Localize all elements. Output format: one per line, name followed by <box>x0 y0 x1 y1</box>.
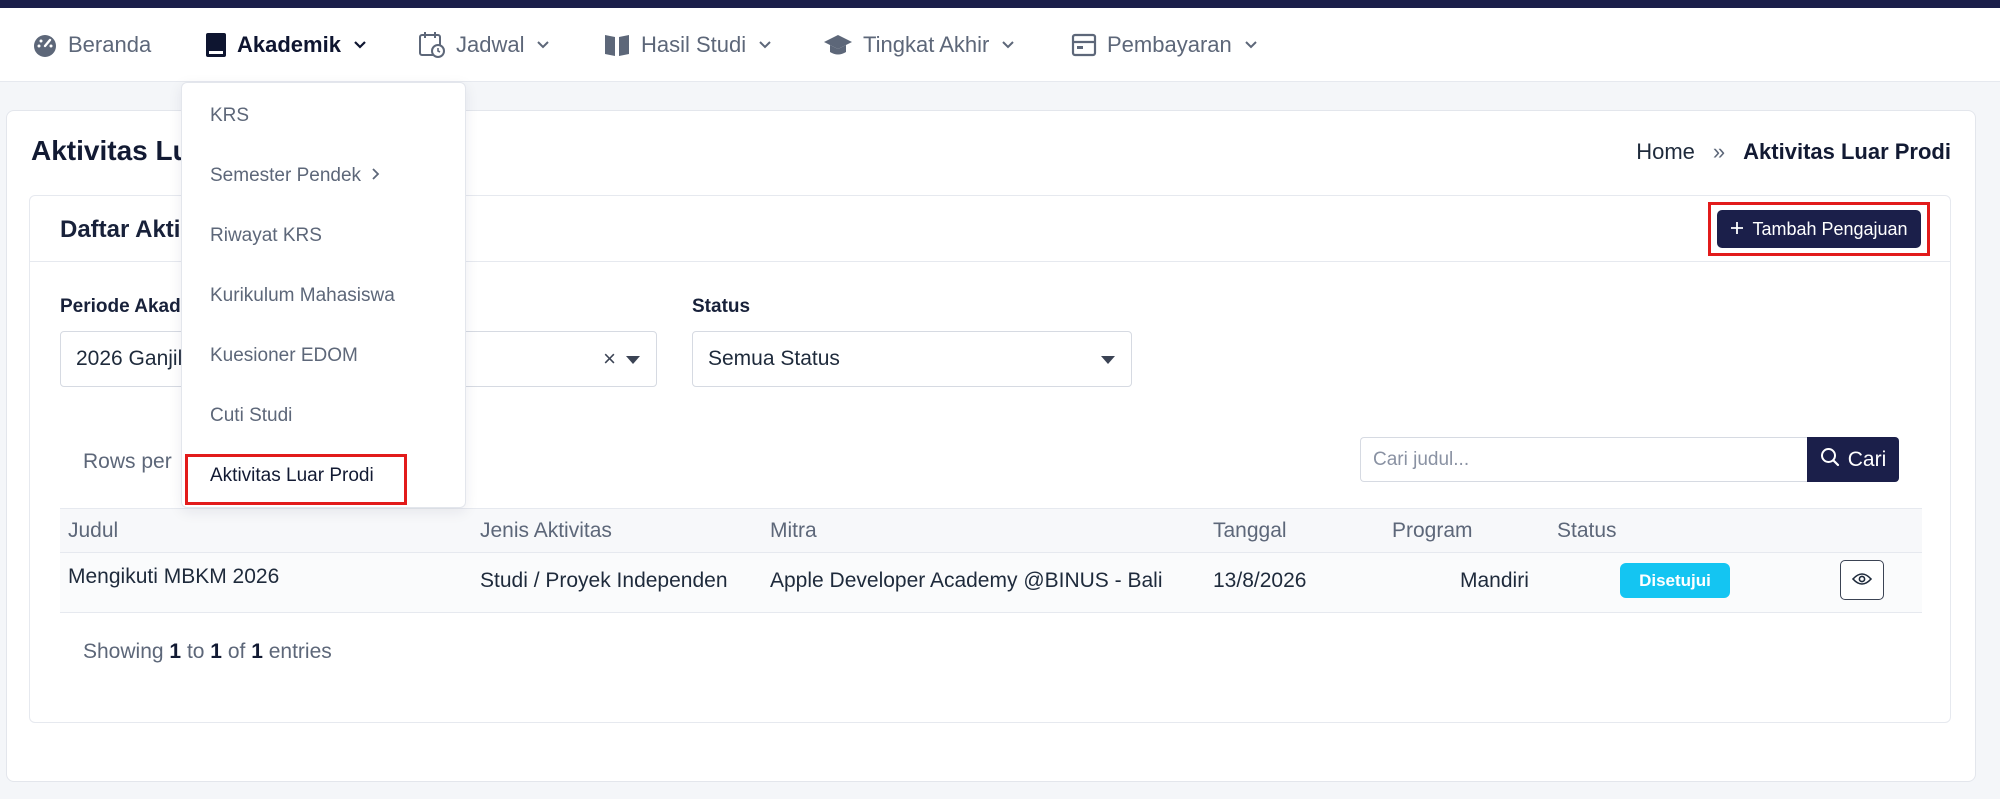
view-detail-button[interactable] <box>1840 560 1884 600</box>
menu-item-semester-pendek[interactable]: Semester Pendek <box>210 165 381 187</box>
column-header-tanggal[interactable]: Tanggal <box>1213 519 1287 543</box>
nav-item-jadwal[interactable]: Jadwal <box>418 8 550 82</box>
pagination-info: Showing 1 to 1 of 1 entries <box>83 640 332 664</box>
search-input[interactable] <box>1360 437 1807 482</box>
book-icon <box>205 32 227 58</box>
status-label: Status <box>692 296 751 317</box>
main-navbar: Beranda Akademik Jadwal Hasil Studi Ting… <box>0 8 2000 82</box>
nav-label: Akademik <box>237 32 341 57</box>
showing-from: 1 <box>169 640 182 663</box>
column-header-status[interactable]: Status <box>1557 519 1617 543</box>
cell-tanggal: 13/8/2026 <box>1213 569 1307 592</box>
column-header-program[interactable]: Program <box>1392 519 1473 543</box>
eye-icon <box>1851 572 1873 589</box>
column-header-jenis[interactable]: Jenis Aktivitas <box>480 519 612 543</box>
nav-item-tingkat-akhir[interactable]: Tingkat Akhir <box>823 8 1015 82</box>
calendar-icon <box>418 31 446 59</box>
nav-item-beranda[interactable]: Beranda <box>32 8 151 82</box>
menu-item-krs[interactable]: KRS <box>210 105 249 127</box>
menu-item-label: Kurikulum Mahasiswa <box>210 285 395 306</box>
menu-item-label: Riwayat KRS <box>210 225 322 246</box>
showing-of-word: of <box>227 640 246 663</box>
gauge-icon <box>32 32 58 58</box>
add-button-label: Tambah Pengajuan <box>1752 218 1908 239</box>
showing-to: 1 <box>210 640 222 663</box>
showing-prefix: Showing <box>83 640 164 663</box>
showing-total: 1 <box>251 640 263 663</box>
periode-label: Periode Akad <box>60 296 181 317</box>
breadcrumb-separator: » <box>1712 139 1726 164</box>
menu-item-kuesioner-edom[interactable]: Kuesioner EDOM <box>210 345 358 367</box>
breadcrumb-current: Aktivitas Luar Prodi <box>1743 139 1951 164</box>
graduation-cap-icon <box>823 32 853 58</box>
column-header-mitra[interactable]: Mitra <box>770 519 817 543</box>
caret-down-icon <box>1101 356 1115 364</box>
rows-per-page-label: Rows per <box>83 450 172 473</box>
menu-item-aktivitas-luar-prodi[interactable]: Aktivitas Luar Prodi <box>210 465 374 487</box>
menu-item-label: Cuti Studi <box>210 405 293 426</box>
cell-jenis: Studi / Proyek Independen <box>480 569 728 592</box>
chevron-down-icon <box>1001 40 1015 50</box>
chevron-right-icon <box>371 165 381 187</box>
periode-value: 2026 Ganjil <box>76 347 183 370</box>
chevron-down-icon <box>1244 40 1258 50</box>
showing-suffix: entries <box>268 640 332 663</box>
nav-label: Pembayaran <box>1107 32 1232 57</box>
akademik-dropdown-menu: KRS Semester Pendek Riwayat KRS Kurikulu… <box>181 82 466 508</box>
menu-item-label: Kuesioner EDOM <box>210 345 358 366</box>
chevron-down-icon <box>353 40 367 50</box>
chevron-down-icon <box>758 40 772 50</box>
menu-item-label: Semester Pendek <box>210 165 362 186</box>
status-value: Semua Status <box>708 347 840 370</box>
table-header: Judul Jenis Aktivitas Mitra Tanggal Prog… <box>60 508 1922 553</box>
chevron-down-icon <box>536 40 550 50</box>
search-button[interactable]: Cari <box>1807 437 1899 482</box>
periode-clear-icon[interactable]: × <box>603 346 616 372</box>
menu-item-label: KRS <box>210 105 250 126</box>
top-accent-strip <box>0 0 2000 8</box>
add-submission-button[interactable]: Tambah Pengajuan <box>1717 210 1921 248</box>
plus-icon <box>1730 219 1744 240</box>
nav-item-hasil-studi[interactable]: Hasil Studi <box>603 8 772 82</box>
menu-item-label: Aktivitas Luar Prodi <box>210 465 374 486</box>
nav-label: Tingkat Akhir <box>863 32 990 57</box>
nav-item-akademik[interactable]: Akademik <box>205 8 367 82</box>
caret-down-icon <box>626 356 640 364</box>
breadcrumb-home-link[interactable]: Home <box>1636 139 1695 165</box>
highlight-frame-add-button: Tambah Pengajuan <box>1708 202 1930 256</box>
column-header-judul[interactable]: Judul <box>68 519 118 543</box>
wallet-icon <box>1071 32 1097 58</box>
page-title: Aktivitas Lu <box>31 135 190 166</box>
status-badge: Disetujui <box>1620 563 1730 598</box>
breadcrumb: Home » Aktivitas Luar Prodi <box>1636 139 1951 165</box>
table-row: Mengikuti MBKM 2026 Studi / Proyek Indep… <box>60 553 1922 613</box>
menu-item-kurikulum-mahasiswa[interactable]: Kurikulum Mahasiswa <box>210 285 395 307</box>
search-button-label: Cari <box>1847 447 1887 471</box>
nav-label: Beranda <box>68 32 152 57</box>
card-title: Daftar Akti <box>60 216 181 243</box>
cell-mitra: Apple Developer Academy @BINUS - Bali <box>770 569 1163 592</box>
cell-judul: Mengikuti MBKM 2026 <box>68 565 280 588</box>
nav-label: Jadwal <box>456 32 525 57</box>
showing-to-word: to <box>186 640 205 663</box>
menu-item-cuti-studi[interactable]: Cuti Studi <box>210 405 292 427</box>
menu-item-riwayat-krs[interactable]: Riwayat KRS <box>210 225 322 247</box>
nav-item-pembayaran[interactable]: Pembayaran <box>1071 8 1258 82</box>
status-select[interactable]: Semua Status <box>692 331 1132 387</box>
search-icon <box>1820 447 1840 473</box>
cell-program: Mandiri <box>1460 569 1529 592</box>
book-open-icon <box>603 32 631 58</box>
nav-label: Hasil Studi <box>641 32 747 57</box>
